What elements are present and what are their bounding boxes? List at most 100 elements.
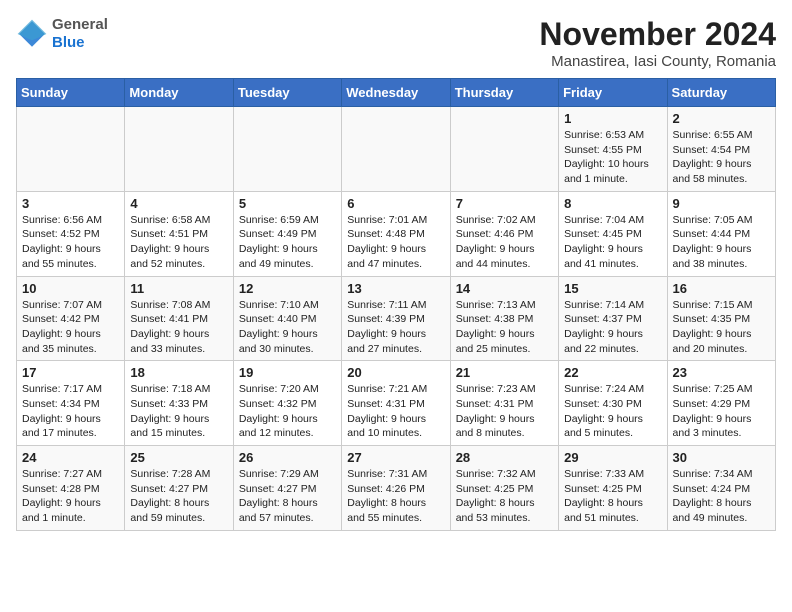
day-number: 14 xyxy=(456,281,553,296)
calendar-cell: 8 Sunrise: 7:04 AM Sunset: 4:45 PM Daylig… xyxy=(559,191,667,276)
day-info: Sunrise: 7:08 AM Sunset: 4:41 PM Dayligh… xyxy=(130,298,227,357)
calendar-cell: 19 Sunrise: 7:20 AM Sunset: 4:32 PM Dayli… xyxy=(233,361,341,446)
calendar-cell: 2Sunrise: 6:55 AM Sunset: 4:54 PM Daylig… xyxy=(667,107,775,192)
day-number: 2 xyxy=(673,111,770,126)
day-info: Sunrise: 7:27 AM Sunset: 4:28 PM Dayligh… xyxy=(22,467,119,526)
calendar-cell: 13 Sunrise: 7:11 AM Sunset: 4:39 PM Dayli… xyxy=(342,276,450,361)
calendar-cell xyxy=(450,107,558,192)
day-number: 21 xyxy=(456,365,553,380)
calendar-cell: 22Sunrise: 7:24 AM Sunset: 4:30 PM Dayli… xyxy=(559,361,667,446)
logo-text: General Blue xyxy=(52,16,108,52)
location: Manastirea, Iasi County, Romania xyxy=(539,53,776,70)
calendar-cell: 10 Sunrise: 7:07 AM Sunset: 4:42 PM Dayli… xyxy=(17,276,125,361)
logo: General Blue xyxy=(16,16,108,52)
calendar-cell: 14 Sunrise: 7:13 AM Sunset: 4:38 PM Dayli… xyxy=(450,276,558,361)
header-wednesday: Wednesday xyxy=(342,79,450,107)
day-number: 3 xyxy=(22,196,119,211)
logo-icon xyxy=(16,18,48,50)
day-number: 23 xyxy=(673,365,770,380)
calendar-cell: 24 Sunrise: 7:27 AM Sunset: 4:28 PM Dayli… xyxy=(17,446,125,531)
calendar-cell: 18 Sunrise: 7:18 AM Sunset: 4:33 PM Dayli… xyxy=(125,361,233,446)
day-number: 20 xyxy=(347,365,444,380)
calendar-cell: 25 Sunrise: 7:28 AM Sunset: 4:27 PM Dayli… xyxy=(125,446,233,531)
header-friday: Friday xyxy=(559,79,667,107)
header-saturday: Saturday xyxy=(667,79,775,107)
day-number: 9 xyxy=(673,196,770,211)
day-number: 4 xyxy=(130,196,227,211)
day-info: Sunrise: 7:10 AM Sunset: 4:40 PM Dayligh… xyxy=(239,298,336,357)
calendar-cell: 29Sunrise: 7:33 AM Sunset: 4:25 PM Dayli… xyxy=(559,446,667,531)
day-info: Sunrise: 7:31 AM Sunset: 4:26 PM Dayligh… xyxy=(347,467,444,526)
calendar-cell: 7Sunrise: 7:02 AM Sunset: 4:46 PM Daylig… xyxy=(450,191,558,276)
day-number: 17 xyxy=(22,365,119,380)
day-info: Sunrise: 7:23 AM Sunset: 4:31 PM Dayligh… xyxy=(456,382,553,441)
day-info: Sunrise: 7:32 AM Sunset: 4:25 PM Dayligh… xyxy=(456,467,553,526)
day-number: 5 xyxy=(239,196,336,211)
day-info: Sunrise: 7:17 AM Sunset: 4:34 PM Dayligh… xyxy=(22,382,119,441)
header-thursday: Thursday xyxy=(450,79,558,107)
day-info: Sunrise: 7:14 AM Sunset: 4:37 PM Dayligh… xyxy=(564,298,661,357)
day-info: Sunrise: 7:02 AM Sunset: 4:46 PM Dayligh… xyxy=(456,213,553,272)
calendar-cell: 12 Sunrise: 7:10 AM Sunset: 4:40 PM Dayli… xyxy=(233,276,341,361)
day-number: 16 xyxy=(673,281,770,296)
calendar-cell: 30 Sunrise: 7:34 AM Sunset: 4:24 PM Dayli… xyxy=(667,446,775,531)
calendar-table: SundayMondayTuesdayWednesdayThursdayFrid… xyxy=(16,78,776,531)
day-info: Sunrise: 7:33 AM Sunset: 4:25 PM Dayligh… xyxy=(564,467,661,526)
day-number: 30 xyxy=(673,450,770,465)
day-info: Sunrise: 7:18 AM Sunset: 4:33 PM Dayligh… xyxy=(130,382,227,441)
day-info: Sunrise: 7:01 AM Sunset: 4:48 PM Dayligh… xyxy=(347,213,444,272)
day-number: 19 xyxy=(239,365,336,380)
day-number: 6 xyxy=(347,196,444,211)
day-number: 28 xyxy=(456,450,553,465)
calendar-cell: 17 Sunrise: 7:17 AM Sunset: 4:34 PM Dayli… xyxy=(17,361,125,446)
day-number: 10 xyxy=(22,281,119,296)
day-info: Sunrise: 7:11 AM Sunset: 4:39 PM Dayligh… xyxy=(347,298,444,357)
month-title: November 2024 xyxy=(539,16,776,53)
calendar-cell: 21 Sunrise: 7:23 AM Sunset: 4:31 PM Dayli… xyxy=(450,361,558,446)
day-number: 24 xyxy=(22,450,119,465)
day-info: Sunrise: 6:56 AM Sunset: 4:52 PM Dayligh… xyxy=(22,213,119,272)
header-sunday: Sunday xyxy=(17,79,125,107)
day-info: Sunrise: 7:13 AM Sunset: 4:38 PM Dayligh… xyxy=(456,298,553,357)
calendar-cell: 6 Sunrise: 7:01 AM Sunset: 4:48 PM Daylig… xyxy=(342,191,450,276)
day-number: 13 xyxy=(347,281,444,296)
calendar-cell: 15 Sunrise: 7:14 AM Sunset: 4:37 PM Dayli… xyxy=(559,276,667,361)
day-number: 11 xyxy=(130,281,227,296)
day-info: Sunrise: 7:20 AM Sunset: 4:32 PM Dayligh… xyxy=(239,382,336,441)
day-number: 18 xyxy=(130,365,227,380)
day-info: Sunrise: 7:04 AM Sunset: 4:45 PM Dayligh… xyxy=(564,213,661,272)
day-number: 25 xyxy=(130,450,227,465)
calendar-cell xyxy=(342,107,450,192)
day-info: Sunrise: 7:15 AM Sunset: 4:35 PM Dayligh… xyxy=(673,298,770,357)
calendar-cell: 16 Sunrise: 7:15 AM Sunset: 4:35 PM Dayli… xyxy=(667,276,775,361)
day-info: Sunrise: 7:29 AM Sunset: 4:27 PM Dayligh… xyxy=(239,467,336,526)
day-info: Sunrise: 7:28 AM Sunset: 4:27 PM Dayligh… xyxy=(130,467,227,526)
day-info: Sunrise: 7:25 AM Sunset: 4:29 PM Dayligh… xyxy=(673,382,770,441)
day-info: Sunrise: 6:59 AM Sunset: 4:49 PM Dayligh… xyxy=(239,213,336,272)
calendar-cell: 9 Sunrise: 7:05 AM Sunset: 4:44 PM Daylig… xyxy=(667,191,775,276)
day-info: Sunrise: 7:05 AM Sunset: 4:44 PM Dayligh… xyxy=(673,213,770,272)
calendar-cell: 27 Sunrise: 7:31 AM Sunset: 4:26 PM Dayli… xyxy=(342,446,450,531)
day-number: 8 xyxy=(564,196,661,211)
day-info: Sunrise: 7:21 AM Sunset: 4:31 PM Dayligh… xyxy=(347,382,444,441)
day-info: Sunrise: 6:53 AM Sunset: 4:55 PM Dayligh… xyxy=(564,128,661,187)
calendar-cell xyxy=(233,107,341,192)
calendar-cell xyxy=(125,107,233,192)
calendar-header-row: SundayMondayTuesdayWednesdayThursdayFrid… xyxy=(17,79,776,107)
day-number: 1 xyxy=(564,111,661,126)
day-info: Sunrise: 7:34 AM Sunset: 4:24 PM Dayligh… xyxy=(673,467,770,526)
day-number: 12 xyxy=(239,281,336,296)
day-info: Sunrise: 6:58 AM Sunset: 4:51 PM Dayligh… xyxy=(130,213,227,272)
calendar-week-1: 1 Sunrise: 6:53 AM Sunset: 4:55 PM Daylig… xyxy=(17,107,776,192)
calendar-week-3: 10 Sunrise: 7:07 AM Sunset: 4:42 PM Dayli… xyxy=(17,276,776,361)
calendar-week-5: 24 Sunrise: 7:27 AM Sunset: 4:28 PM Dayli… xyxy=(17,446,776,531)
day-info: Sunrise: 7:07 AM Sunset: 4:42 PM Dayligh… xyxy=(22,298,119,357)
calendar-week-4: 17 Sunrise: 7:17 AM Sunset: 4:34 PM Dayli… xyxy=(17,361,776,446)
calendar-cell: 26Sunrise: 7:29 AM Sunset: 4:27 PM Dayli… xyxy=(233,446,341,531)
calendar-cell: 5 Sunrise: 6:59 AM Sunset: 4:49 PM Daylig… xyxy=(233,191,341,276)
header-tuesday: Tuesday xyxy=(233,79,341,107)
day-number: 27 xyxy=(347,450,444,465)
calendar-week-2: 3 Sunrise: 6:56 AM Sunset: 4:52 PM Daylig… xyxy=(17,191,776,276)
day-info: Sunrise: 7:24 AM Sunset: 4:30 PM Dayligh… xyxy=(564,382,661,441)
day-number: 15 xyxy=(564,281,661,296)
